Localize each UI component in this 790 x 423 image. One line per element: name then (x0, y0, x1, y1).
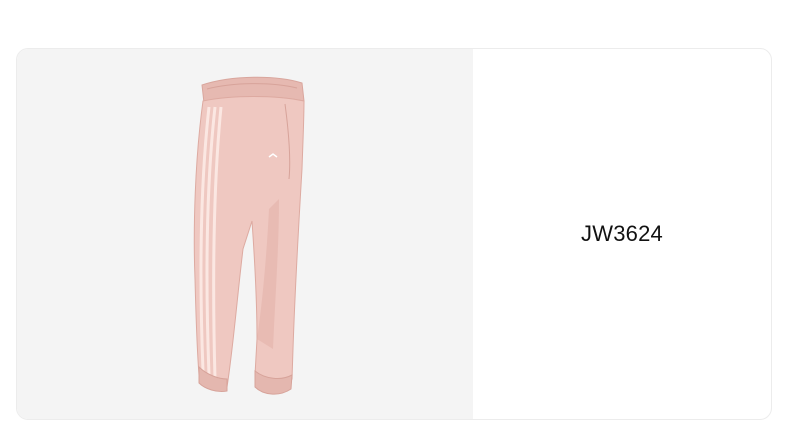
product-sku: JW3624 (581, 221, 663, 246)
product-card[interactable]: JW3624 (16, 48, 772, 420)
product-image[interactable] (17, 49, 473, 419)
pink-track-pants-image-icon (193, 76, 305, 395)
product-info: JW3624 (473, 49, 771, 419)
